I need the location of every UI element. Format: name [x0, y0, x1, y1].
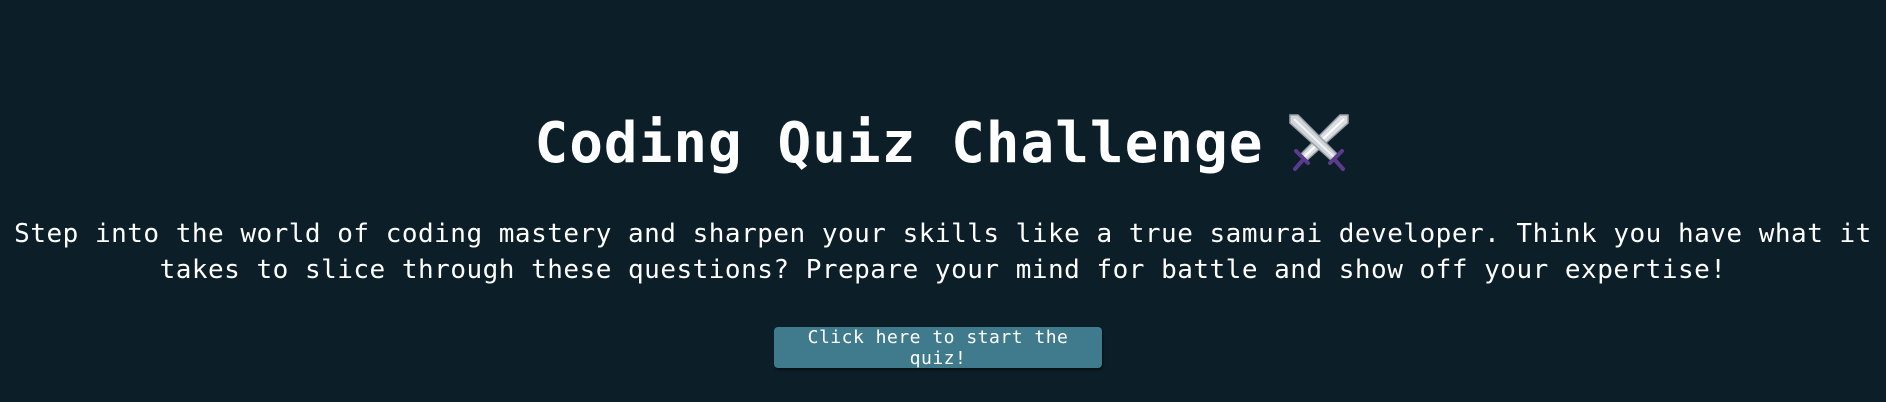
intro-text: Step into the world of coding mastery an… — [0, 216, 1886, 288]
intro-line-1: Step into the world of coding mastery an… — [14, 219, 1872, 249]
start-quiz-button[interactable]: Click here to start the quiz! — [774, 327, 1102, 369]
title-row: Coding Quiz Challenge — [0, 104, 1886, 184]
crossed-swords-icon — [1286, 111, 1352, 177]
intro-line-2: takes to slice through these questions? … — [159, 255, 1727, 285]
quiz-start-screen: Coding Quiz Challenge Step into the worl… — [0, 0, 1886, 402]
page-title: Coding Quiz Challenge — [534, 111, 1264, 176]
